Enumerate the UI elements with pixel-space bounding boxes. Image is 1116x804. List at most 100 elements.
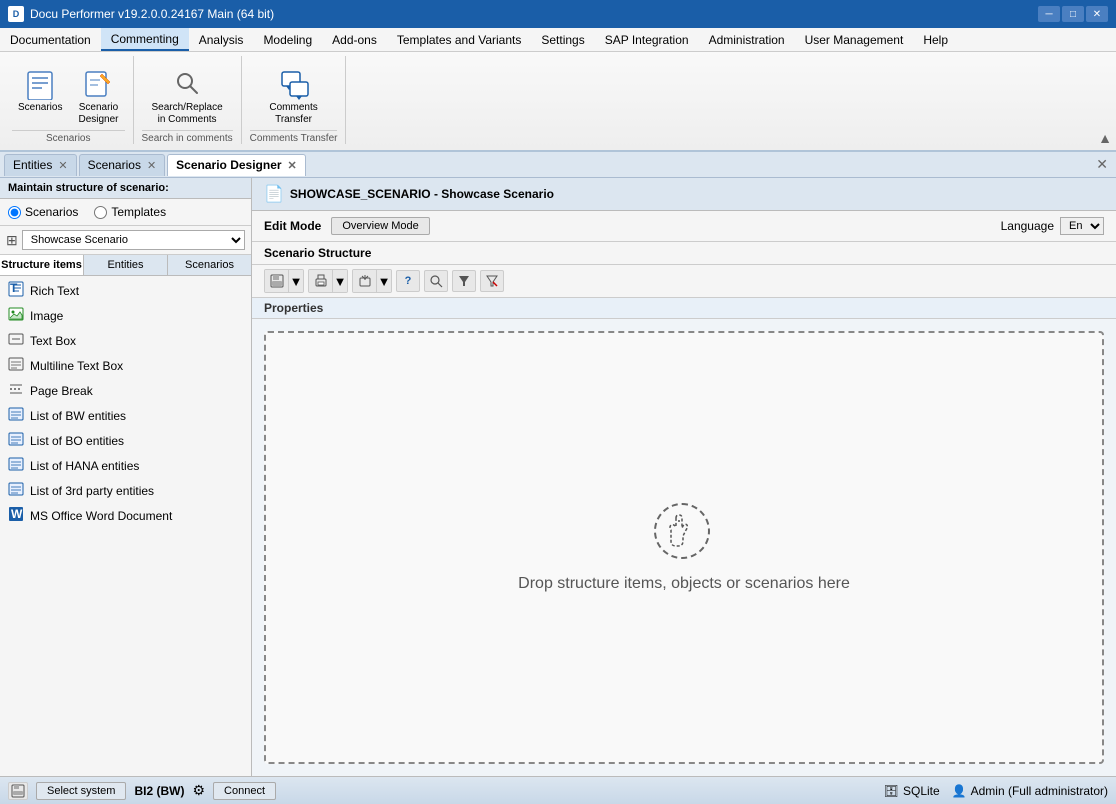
menu-settings[interactable]: Settings — [531, 28, 594, 51]
page-break-icon — [8, 381, 24, 400]
menu-documentation[interactable]: Documentation — [0, 28, 101, 51]
structure-section: Scenario Structure — [252, 242, 1116, 265]
menu-administration[interactable]: Administration — [699, 28, 795, 51]
properties-bar: Properties — [252, 298, 1116, 319]
tab-scenarios[interactable]: Scenarios ✕ — [79, 154, 166, 176]
ms-word-item[interactable]: W MS Office Word Document — [0, 503, 251, 528]
structure-items-tab[interactable]: Structure items — [0, 255, 84, 275]
templates-radio-option[interactable]: Templates — [94, 205, 166, 219]
ribbon: Scenarios ScenarioDesigner Scenarios — [0, 52, 1116, 152]
menu-commenting[interactable]: Commenting — [101, 28, 189, 51]
scenarios-radio-option[interactable]: Scenarios — [8, 205, 78, 219]
comments-transfer-button[interactable]: CommentsTransfer — [263, 64, 323, 130]
search-tool-button[interactable] — [424, 270, 448, 292]
print-button[interactable] — [309, 270, 333, 292]
search-replace-icon — [171, 68, 203, 100]
filter-button[interactable] — [452, 270, 476, 292]
menu-modeling[interactable]: Modeling — [253, 28, 322, 51]
tab-entities-label: Entities — [13, 158, 52, 172]
menu-templates[interactable]: Templates and Variants — [387, 28, 532, 51]
connect-button[interactable]: Connect — [213, 782, 276, 800]
structure-list: T Rich Text Image — [0, 276, 251, 776]
scenarios-struct-tab[interactable]: Scenarios — [168, 255, 251, 275]
scenario-designer-button[interactable]: ScenarioDesigner — [72, 64, 124, 130]
tab-scenario-designer[interactable]: Scenario Designer ✕ — [167, 154, 306, 176]
ribbon-scenarios-buttons: Scenarios ScenarioDesigner — [12, 60, 125, 130]
list-bw-item[interactable]: List of BW entities — [0, 403, 251, 428]
templates-radio-label: Templates — [111, 205, 166, 219]
select-system-button[interactable]: Select system — [36, 782, 126, 800]
minimize-button[interactable]: ─ — [1038, 6, 1060, 22]
status-bar: Select system BI2 (BW) ⚙ Connect 🗄 SQLit… — [0, 776, 1116, 804]
text-box-item[interactable]: Text Box — [0, 328, 251, 353]
grid-icon: ⊞ — [6, 232, 18, 249]
menu-analysis[interactable]: Analysis — [189, 28, 254, 51]
list-bw-label: List of BW entities — [30, 409, 126, 423]
text-box-label: Text Box — [30, 334, 76, 348]
tab-scenarios-close[interactable]: ✕ — [147, 159, 156, 172]
scenarios-button[interactable]: Scenarios — [12, 64, 68, 118]
maximize-button[interactable]: □ — [1062, 6, 1084, 22]
system-info: BI2 (BW) — [134, 784, 184, 798]
db-info: 🗄 SQLite — [884, 784, 940, 798]
properties-label: Properties — [264, 301, 323, 315]
scenarios-radio-label: Scenarios — [25, 205, 78, 219]
drop-area[interactable]: Drop structure items, objects or scenari… — [264, 331, 1104, 764]
admin-info: 👤 Admin (Full administrator) — [952, 784, 1108, 798]
tab-strip: Entities ✕ Scenarios ✕ Scenario Designer… — [0, 152, 1116, 178]
tab-entities[interactable]: Entities ✕ — [4, 154, 77, 176]
search-group-label: Search in comments — [142, 130, 233, 144]
page-break-item[interactable]: Page Break — [0, 378, 251, 403]
list-bo-label: List of BO entities — [30, 434, 124, 448]
app-title: Docu Performer v19.2.0.0.24167 Main (64 … — [30, 7, 1038, 21]
menu-sap[interactable]: SAP Integration — [595, 28, 699, 51]
language-row: Language En — [1001, 217, 1104, 235]
export-dropdown-button[interactable]: ▼ — [377, 270, 391, 292]
list-3rd-icon — [8, 481, 24, 500]
scenario-title: 📄 SHOWCASE_SCENARIO - Showcase Scenario — [264, 184, 1104, 204]
system-icon: ⚙ — [192, 782, 205, 799]
multiline-text-box-item[interactable]: Multiline Text Box — [0, 353, 251, 378]
scenarios-radio[interactable] — [8, 206, 21, 219]
status-save-button[interactable] — [8, 782, 28, 800]
menu-user-mgmt[interactable]: User Management — [795, 28, 914, 51]
comments-transfer-button-label: CommentsTransfer — [269, 102, 317, 126]
list-bo-item[interactable]: List of BO entities — [0, 428, 251, 453]
close-button[interactable]: ✕ — [1086, 6, 1108, 22]
drop-area-text: Drop structure items, objects or scenari… — [518, 575, 850, 593]
multiline-text-box-icon — [8, 356, 24, 375]
tab-strip-close[interactable]: ✕ — [1092, 156, 1112, 173]
overview-mode-button[interactable]: Overview Mode — [331, 217, 429, 235]
print-dropdown-button[interactable]: ▼ — [333, 270, 347, 292]
scenarios-icon — [24, 68, 56, 100]
menu-addons[interactable]: Add-ons — [322, 28, 387, 51]
templates-radio[interactable] — [94, 206, 107, 219]
menu-help[interactable]: Help — [913, 28, 958, 51]
tab-entities-close[interactable]: ✕ — [58, 159, 67, 172]
ribbon-collapse-button[interactable]: ▲ — [1098, 130, 1112, 146]
structure-tabs: Structure items Entities Scenarios — [0, 255, 251, 276]
help-button[interactable]: ? — [396, 270, 420, 292]
page-break-label: Page Break — [30, 384, 93, 398]
list-hana-icon — [8, 456, 24, 475]
export-button[interactable] — [353, 270, 377, 292]
language-select[interactable]: En — [1060, 217, 1104, 235]
drop-hand-icon — [666, 513, 698, 559]
toolbar-row: ▼ ▼ — [252, 265, 1116, 298]
save-dropdown-button[interactable]: ▼ — [289, 270, 303, 292]
ribbon-group-scenarios: Scenarios ScenarioDesigner Scenarios — [4, 56, 134, 144]
clear-filter-button[interactable] — [480, 270, 504, 292]
left-panel: Maintain structure of scenario: Scenario… — [0, 178, 252, 776]
rich-text-item[interactable]: T Rich Text — [0, 278, 251, 303]
scenario-dropdown[interactable]: Showcase Scenario — [22, 230, 245, 250]
ribbon-group-search: Search/Replacein Comments Search in comm… — [134, 56, 242, 144]
save-button[interactable] — [265, 270, 289, 292]
entities-struct-tab[interactable]: Entities — [84, 255, 168, 275]
search-replace-button[interactable]: Search/Replacein Comments — [146, 64, 229, 130]
tab-designer-close[interactable]: ✕ — [288, 159, 297, 172]
list-hana-item[interactable]: List of HANA entities — [0, 453, 251, 478]
svg-text:W: W — [11, 507, 23, 521]
menu-bar: Documentation Commenting Analysis Modeli… — [0, 28, 1116, 52]
list-3rd-item[interactable]: List of 3rd party entities — [0, 478, 251, 503]
image-item[interactable]: Image — [0, 303, 251, 328]
